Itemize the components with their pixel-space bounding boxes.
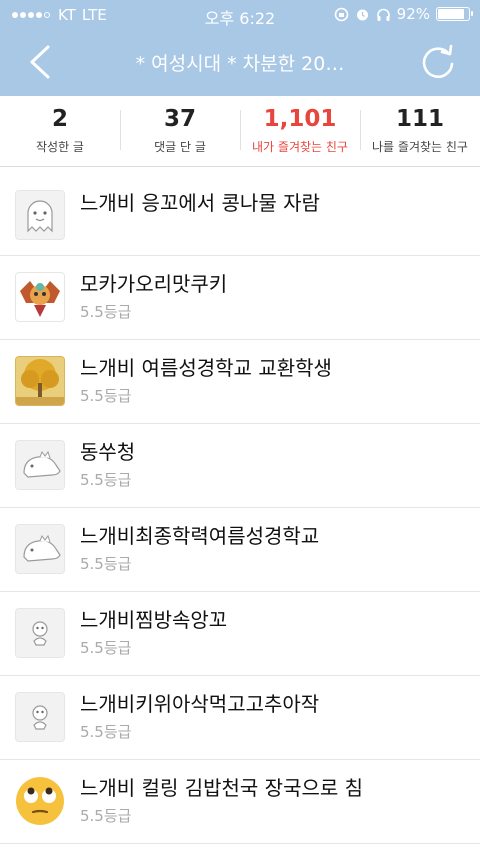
friend-name: 동쑤청 bbox=[80, 440, 136, 464]
ghost-avatar bbox=[15, 190, 65, 240]
list-item[interactable]: 느개비찜방속앙꼬 5.5등급 bbox=[0, 592, 480, 676]
friend-grade: 5.5등급 bbox=[80, 723, 132, 741]
friend-grade: 5.5등급 bbox=[80, 471, 132, 489]
list-item[interactable]: 느개비 컬링 김밥천국 장국으로 침 5.5등급 bbox=[0, 760, 480, 844]
dino-avatar bbox=[15, 524, 65, 574]
friend-name: 느개비 컬링 김밥천국 장국으로 침 bbox=[80, 776, 364, 800]
header-bar: KT LTE 오후 6:22 92% * 여성시대 * 차분한 20… bbox=[0, 0, 480, 96]
orientation-lock-icon bbox=[334, 7, 348, 21]
stats-tabs: 2 작성한 글 37 댓글 단 글 1,101 내가 즐겨찾는 친구 111 나… bbox=[0, 96, 480, 167]
stat-value: 111 bbox=[395, 106, 444, 132]
small-figure-avatar bbox=[15, 692, 65, 742]
friend-grade: 5.5등급 bbox=[80, 303, 132, 321]
headphones-icon bbox=[376, 8, 390, 21]
friend-name: 느개비찜방속앙꼬 bbox=[80, 608, 228, 632]
stat-label: 내가 즐겨찾는 친구 bbox=[252, 140, 348, 154]
stat-label: 댓글 단 글 bbox=[154, 140, 206, 154]
friend-grade: 5.5등급 bbox=[80, 555, 132, 573]
small-figure-avatar bbox=[15, 608, 65, 658]
tab-written-posts[interactable]: 2 작성한 글 bbox=[0, 96, 120, 166]
tab-friends-favoriting-me[interactable]: 111 나를 즐겨찾는 친구 bbox=[360, 96, 480, 166]
friend-grade: 5.5등급 bbox=[80, 807, 132, 825]
stat-value: 2 bbox=[51, 106, 68, 132]
golden-tree-avatar bbox=[15, 356, 65, 406]
stat-label: 나를 즐겨찾는 친구 bbox=[372, 140, 468, 154]
alarm-icon bbox=[356, 9, 368, 20]
friend-name: 느개비최종학력여름성경학교 bbox=[80, 524, 320, 548]
eye-roll-emoji-avatar bbox=[15, 776, 65, 826]
friend-name: 모카가오리맛쿠키 bbox=[80, 272, 228, 296]
dino-avatar bbox=[15, 440, 65, 490]
back-chevron-icon[interactable] bbox=[22, 42, 62, 82]
stat-value: 37 bbox=[163, 106, 196, 132]
friend-list: 느개비 응꼬에서 콩나물 자람 모카가오리맛쿠키 5.5등급 느개비 여름성경학… bbox=[0, 166, 480, 844]
list-item[interactable]: 느개비키위아삭먹고고추아작 5.5등급 bbox=[0, 676, 480, 760]
friend-name: 느개비 여름성경학교 교환학생 bbox=[80, 356, 332, 380]
nav-bar: * 여성시대 * 차분한 20… bbox=[0, 30, 480, 96]
battery-icon bbox=[436, 7, 473, 21]
list-item[interactable]: 느개비최종학력여름성경학교 5.5등급 bbox=[0, 508, 480, 592]
status-bar: KT LTE 오후 6:22 92% bbox=[0, 0, 480, 30]
list-item[interactable]: 모카가오리맛쿠키 5.5등급 bbox=[0, 256, 480, 340]
friend-name: 느개비키위아삭먹고고추아작 bbox=[80, 692, 320, 716]
friend-grade: 5.5등급 bbox=[80, 387, 132, 405]
refresh-icon[interactable] bbox=[418, 42, 458, 82]
battery-percent: 92% bbox=[396, 5, 430, 23]
stat-label: 작성한 글 bbox=[36, 140, 84, 154]
list-item[interactable]: 느개비 응꼬에서 콩나물 자람 bbox=[0, 166, 480, 256]
stat-value: 1,101 bbox=[263, 106, 337, 132]
tab-commented-posts[interactable]: 37 댓글 단 글 bbox=[120, 96, 240, 166]
list-item[interactable]: 느개비 여름성경학교 교환학생 5.5등급 bbox=[0, 340, 480, 424]
list-item[interactable]: 동쑤청 5.5등급 bbox=[0, 424, 480, 508]
friend-grade: 5.5등급 bbox=[80, 639, 132, 657]
friend-name: 느개비 응꼬에서 콩나물 자람 bbox=[80, 191, 320, 215]
tab-my-favorite-friends[interactable]: 1,101 내가 즐겨찾는 친구 bbox=[240, 96, 360, 166]
page-title: * 여성시대 * 차분한 20… bbox=[135, 53, 345, 75]
cookie-character-avatar bbox=[15, 272, 65, 322]
